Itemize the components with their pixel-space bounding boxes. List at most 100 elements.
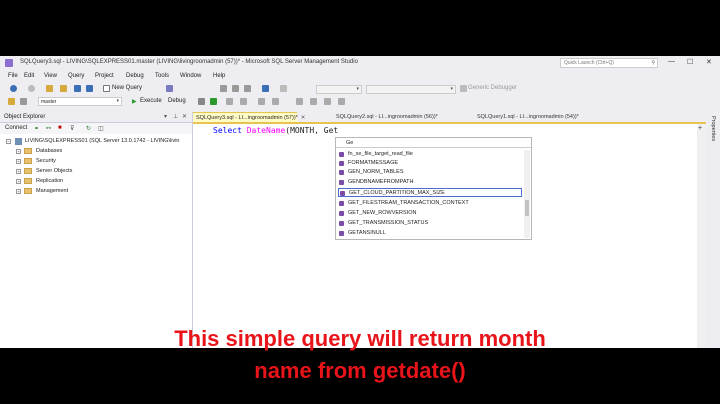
- connect-object-icon[interactable]: ⚭: [34, 125, 39, 132]
- activity-monitor-icon[interactable]: ◫: [98, 125, 104, 132]
- execute-button[interactable]: Execute: [140, 98, 162, 104]
- object-explorer-toolbar: Connect ⚭ ⚯ ■ ⊽ ↻ ◫: [0, 123, 192, 134]
- intellisense-filter: Ge: [336, 138, 531, 148]
- intellisense-item[interactable]: FORMATMESSAGE: [338, 159, 522, 168]
- intellisense-item[interactable]: GETANSINULL: [338, 229, 522, 238]
- quick-launch-input[interactable]: Quick Launch (Ctrl+Q) ⚲: [560, 58, 658, 68]
- forward-icon[interactable]: [28, 85, 35, 92]
- filter-icon[interactable]: ⊽: [70, 125, 74, 132]
- scroll-thumb[interactable]: [525, 200, 529, 216]
- intellisense-item[interactable]: GET_TRANSMISSION_STATUS: [338, 219, 522, 228]
- intellisense-scrollbar[interactable]: [524, 150, 530, 238]
- node-label: Server Objects: [36, 168, 73, 174]
- properties-label: Properties: [710, 116, 716, 142]
- item-label: GET_CLOUD_PARTITION_MAX_SIZE: [349, 190, 445, 196]
- function-icon: [339, 211, 344, 216]
- menu-project[interactable]: Project: [95, 73, 114, 79]
- save-all-icon[interactable]: [86, 85, 93, 92]
- collapse-icon[interactable]: −: [6, 139, 11, 144]
- minimize-icon[interactable]: —: [668, 58, 675, 65]
- code-line-1[interactable]: Select DateName(MONTH, Get: [213, 126, 338, 135]
- intellisense-item-selected[interactable]: GET_CLOUD_PARTITION_MAX_SIZE: [338, 188, 522, 197]
- intellisense-item[interactable]: GET_NEW_ROWVERSION: [338, 209, 522, 218]
- maximize-icon[interactable]: ☐: [687, 58, 693, 66]
- connect-button[interactable]: Connect: [5, 125, 27, 131]
- tab-sqlquery3[interactable]: SQLQuery3.sql - LI...ingroomadmin (57))*…: [193, 112, 305, 122]
- back-icon[interactable]: [10, 85, 17, 92]
- document-tabs: SQLQuery3.sql - LI...ingroomadmin (57))*…: [193, 112, 706, 122]
- connect-icon[interactable]: [8, 98, 15, 105]
- keyword-select: Select: [213, 126, 242, 135]
- tab-close-icon[interactable]: ✕: [301, 115, 306, 121]
- title-bar: SQLQuery3.sql - LIVING\SQLEXPRESS01.mast…: [0, 56, 720, 70]
- new-query-icon[interactable]: [103, 85, 110, 92]
- menu-tools[interactable]: Tools: [155, 73, 169, 79]
- expand-icon[interactable]: +: [16, 179, 21, 184]
- standard-toolbar: New Query ▾ ▾ Generic Debugger: [0, 83, 720, 95]
- tab-sqlquery1[interactable]: SQLQuery1.sql - LI...ingroomadmin (54))*: [474, 112, 594, 122]
- refresh-icon[interactable]: ↻: [86, 125, 91, 132]
- menu-help[interactable]: Help: [213, 73, 225, 79]
- split-icon[interactable]: +: [698, 125, 702, 132]
- menu-bar: File Edit View Query Project Debug Tools…: [0, 70, 720, 82]
- outdent-icon[interactable]: [338, 98, 345, 105]
- execute-icon[interactable]: ▶: [132, 98, 137, 105]
- menu-debug[interactable]: Debug: [126, 73, 144, 79]
- item-label: GETANSINULL: [348, 230, 386, 236]
- indent-icon[interactable]: [324, 98, 331, 105]
- intellisense-item[interactable]: GEN_NORM_TABLES: [338, 168, 522, 177]
- paste-icon[interactable]: [244, 85, 251, 92]
- db-query-icon[interactable]: [166, 85, 173, 92]
- open-file-icon[interactable]: [60, 85, 67, 92]
- database-dropdown[interactable]: master ▾: [38, 97, 122, 106]
- function-icon: [340, 191, 345, 196]
- results-text-icon[interactable]: [272, 98, 279, 105]
- tab-sqlquery2[interactable]: SQLQuery2.sql - LI...ingroomadmin (56))*: [333, 112, 453, 122]
- expand-icon[interactable]: +: [16, 189, 21, 194]
- menu-edit[interactable]: Edit: [24, 73, 34, 79]
- intellisense-item[interactable]: fn_xe_file_target_read_file: [338, 150, 522, 159]
- close-icon[interactable]: ✕: [706, 58, 712, 66]
- menu-file[interactable]: File: [8, 73, 18, 79]
- pin-icon[interactable]: ⊥: [173, 113, 178, 120]
- menu-view[interactable]: View: [44, 73, 57, 79]
- cancel-query-icon[interactable]: [198, 98, 205, 105]
- stop-icon[interactable]: ■: [58, 125, 62, 131]
- item-label: GENDBNAMEFROMPATH: [348, 179, 414, 185]
- comment-icon[interactable]: [296, 98, 303, 105]
- undo-icon[interactable]: [262, 85, 269, 92]
- pin-dropdown-icon[interactable]: ▾: [164, 113, 167, 120]
- uncomment-icon[interactable]: [310, 98, 317, 105]
- platform-dropdown: ▾: [366, 85, 456, 94]
- editor-scrollbar[interactable]: +: [697, 124, 706, 348]
- caption-line-2: name from getdate(): [254, 358, 466, 383]
- copy-icon[interactable]: [232, 85, 239, 92]
- debug-button[interactable]: Debug: [168, 98, 186, 104]
- query-options-icon[interactable]: [240, 98, 247, 105]
- expand-icon[interactable]: +: [16, 169, 21, 174]
- search-icon: ⚲: [651, 60, 655, 66]
- disconnect-icon[interactable]: [20, 98, 27, 105]
- item-label: GET_TRANSMISSION_STATUS: [348, 220, 429, 226]
- intellisense-item[interactable]: GET_FILESTREAM_TRANSACTION_CONTEXT: [338, 199, 522, 208]
- folder-icon: [24, 148, 32, 154]
- new-query-button[interactable]: New Query: [112, 85, 142, 91]
- properties-side-tab[interactable]: Properties: [707, 112, 720, 348]
- estimated-plan-icon[interactable]: [226, 98, 233, 105]
- menu-query[interactable]: Query: [68, 73, 84, 79]
- server-label: LIVING\SQLEXPRESS01 (SQL Server 13.0.174…: [25, 138, 180, 144]
- expand-icon[interactable]: +: [16, 149, 21, 154]
- disconnect-object-icon[interactable]: ⚯: [46, 125, 51, 132]
- parse-icon[interactable]: [210, 98, 217, 105]
- results-grid-icon[interactable]: [258, 98, 265, 105]
- menu-window[interactable]: Window: [180, 73, 201, 79]
- function-icon: [339, 180, 344, 185]
- panel-close-icon[interactable]: ✕: [182, 113, 187, 120]
- cut-icon[interactable]: [220, 85, 227, 92]
- save-icon[interactable]: [74, 85, 81, 92]
- redo-icon[interactable]: [280, 85, 287, 92]
- intellisense-item[interactable]: GENDBNAMEFROMPATH: [338, 178, 522, 187]
- new-project-icon[interactable]: [46, 85, 53, 92]
- expand-icon[interactable]: +: [16, 159, 21, 164]
- intellisense-popup[interactable]: Ge fn_xe_file_target_read_file FORMATMES…: [335, 137, 532, 240]
